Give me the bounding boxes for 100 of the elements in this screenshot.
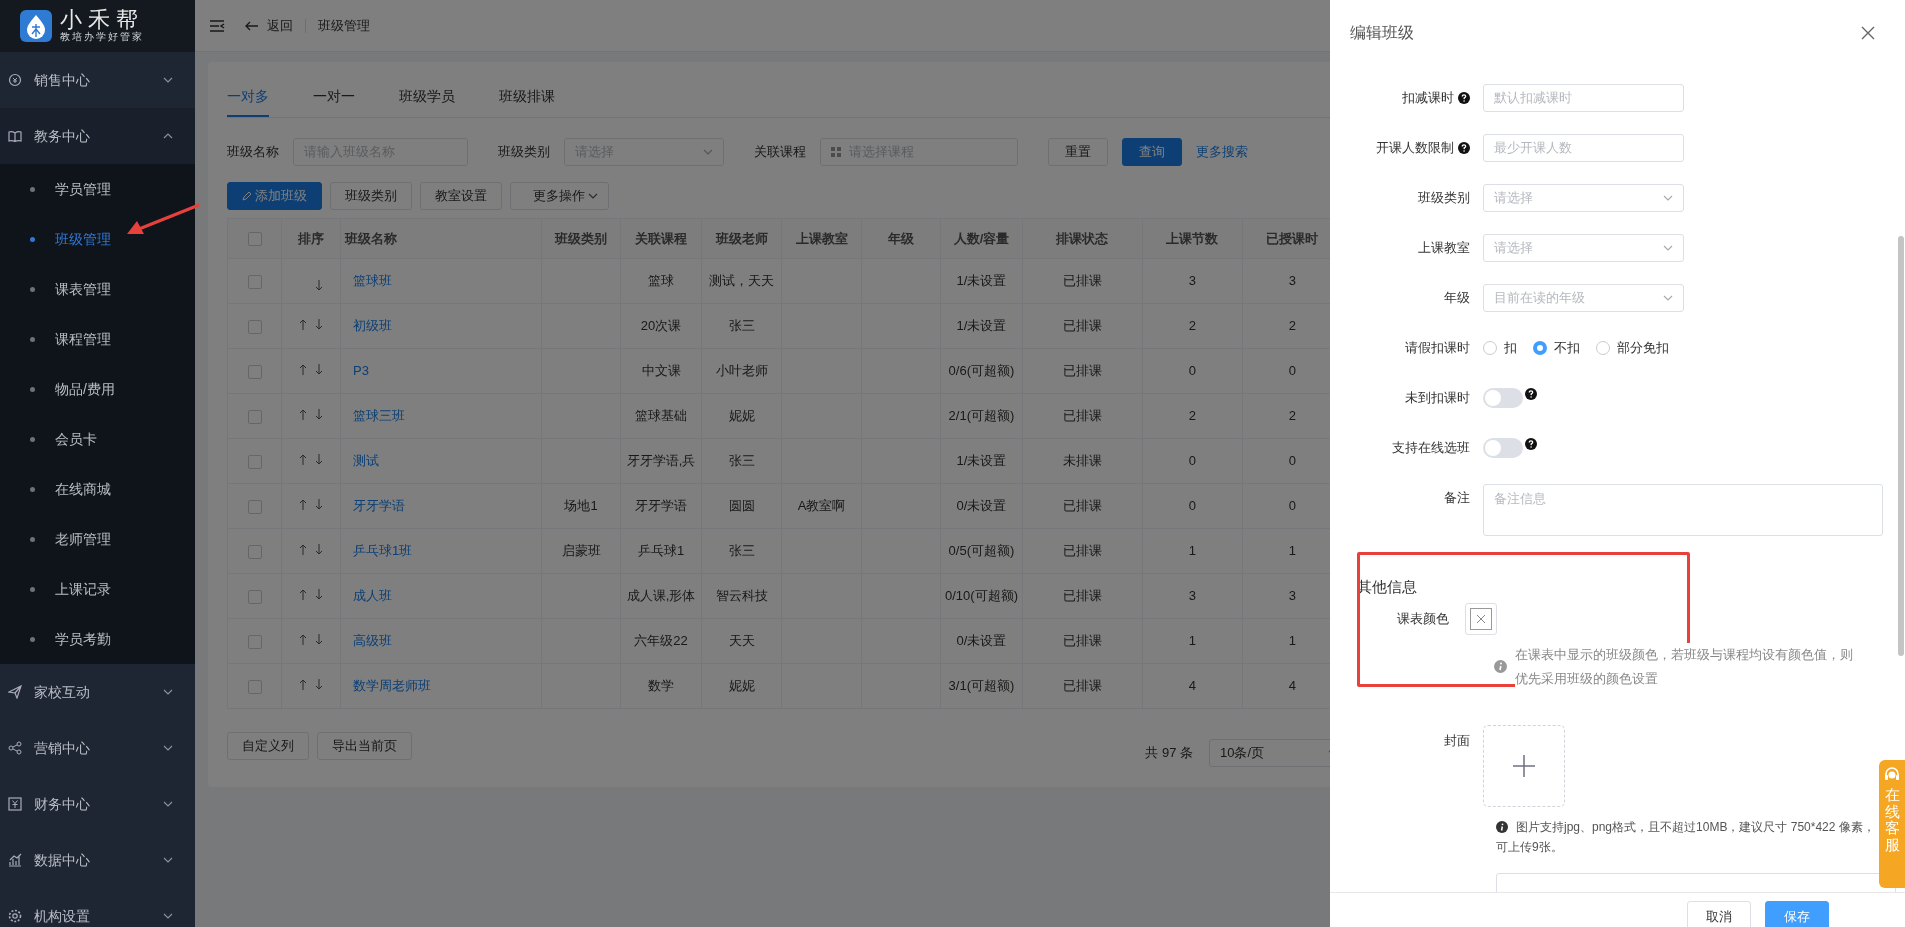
table-cell: 启蒙班 <box>561 543 601 559</box>
arrow-down-icon[interactable] <box>315 319 323 331</box>
checkbox[interactable] <box>247 454 262 469</box>
action-button[interactable]: 教室设置 <box>420 182 502 210</box>
checkbox[interactable] <box>247 679 262 694</box>
checkbox[interactable] <box>247 634 262 649</box>
table-cell: 已排课 <box>1062 318 1102 334</box>
sidebar-group[interactable]: 财务中心 <box>0 776 195 832</box>
sidebar-item[interactable]: 物品/费用 <box>0 364 195 414</box>
footer-button[interactable]: 自定义列 <box>227 732 309 760</box>
radio-option[interactable]: 部分免扣 <box>1596 338 1669 358</box>
sidebar-group[interactable]: 教务中心 <box>0 108 195 164</box>
table-cell: 0 <box>1188 498 1197 514</box>
arrow-down-icon[interactable] <box>315 544 323 556</box>
class-name-link[interactable]: P3 <box>353 363 369 379</box>
sidebar-item[interactable]: 学员管理 <box>0 164 195 214</box>
sidebar-item[interactable]: 学员考勤 <box>0 614 195 664</box>
class-name-link[interactable]: 高级班 <box>353 633 392 649</box>
table-cell: 已排课 <box>1062 363 1102 379</box>
arrow-down-icon[interactable] <box>315 679 323 691</box>
tab[interactable]: 一对多 <box>227 80 269 117</box>
checkbox[interactable] <box>247 409 262 424</box>
arrow-down-icon[interactable] <box>315 634 323 646</box>
logo-icon <box>20 10 52 42</box>
arrow-up-icon[interactable] <box>299 589 307 601</box>
arrow-up-icon[interactable] <box>299 364 307 376</box>
sidebar-item[interactable]: 在线商城 <box>0 464 195 514</box>
tab[interactable]: 班级排课 <box>499 80 555 117</box>
table-cell: 张三 <box>728 318 755 334</box>
radio-option[interactable]: 不扣 <box>1533 338 1580 358</box>
table-cell: 数学 <box>648 678 674 694</box>
sidebar-item[interactable]: 上课记录 <box>0 564 195 614</box>
reset-button[interactable]: 重置 <box>1048 138 1108 166</box>
arrow-down-icon[interactable] <box>315 409 323 421</box>
sidebar-item[interactable]: 老师管理 <box>0 514 195 564</box>
class-name-link[interactable]: 牙牙学语 <box>353 498 405 514</box>
arrow-down-icon[interactable] <box>315 454 323 466</box>
class-name-link[interactable]: 数学周老师班 <box>353 678 431 694</box>
close-icon[interactable] <box>1861 26 1875 40</box>
sidebar-item[interactable]: 班级管理 <box>0 214 195 264</box>
checkbox[interactable] <box>247 232 262 247</box>
column-header: 排课状态 <box>1022 218 1143 259</box>
save-button[interactable]: 保存 <box>1765 901 1829 927</box>
action-button[interactable]: 班级类别 <box>330 182 412 210</box>
arrow-up-icon[interactable] <box>299 499 307 511</box>
sidebar-group[interactable]: 数据中心 <box>0 832 195 888</box>
table-cell: 圆圆 <box>728 498 755 514</box>
checkbox[interactable] <box>247 589 262 604</box>
cancel-button[interactable]: 取消 <box>1687 901 1751 927</box>
tab[interactable]: 一对一 <box>313 80 355 117</box>
arrow-down-icon[interactable] <box>315 279 323 291</box>
class-name-link[interactable]: 篮球三班 <box>353 408 405 424</box>
sidebar-item[interactable]: 课程管理 <box>0 314 195 364</box>
menu-icon[interactable] <box>209 18 225 33</box>
checkbox[interactable] <box>247 544 262 559</box>
class-name-link[interactable]: 篮球班 <box>353 273 392 289</box>
arrow-down-icon[interactable] <box>315 364 323 376</box>
yen-icon <box>8 797 22 811</box>
sidebar-group[interactable]: 家校互动 <box>0 664 195 720</box>
sidebar-group[interactable]: 机构设置 <box>0 888 195 927</box>
footer-button[interactable]: 导出当前页 <box>317 732 412 760</box>
chevron-down-icon <box>163 745 173 751</box>
sidebar-group[interactable]: 营销中心 <box>0 720 195 776</box>
chevron-down-icon <box>163 689 173 695</box>
chevron-down-icon <box>1663 295 1673 301</box>
column-header: 班级类别 <box>541 218 621 259</box>
arrow-up-icon[interactable] <box>299 679 307 691</box>
checkbox[interactable] <box>247 499 262 514</box>
arrow-down-icon[interactable] <box>315 589 323 601</box>
arrow-up-icon[interactable] <box>299 544 307 556</box>
arrow-up-icon[interactable] <box>299 454 307 466</box>
arrow-up-icon[interactable] <box>299 634 307 646</box>
toggle-switch[interactable] <box>1483 438 1523 458</box>
radio-option[interactable]: 扣 <box>1483 338 1517 358</box>
checkbox[interactable] <box>247 364 262 379</box>
class-name-link[interactable]: 测试 <box>353 453 379 469</box>
class-name-link[interactable]: 初级班 <box>353 318 392 334</box>
sidebar-item[interactable]: 会员卡 <box>0 414 195 464</box>
arrow-up-icon[interactable] <box>299 319 307 331</box>
back-link[interactable]: 返回 <box>245 15 293 36</box>
class-name-link[interactable]: 乒乓球1班 <box>353 543 413 559</box>
action-button[interactable]: 添加班级 <box>227 182 322 210</box>
action-button[interactable]: 更多操作 <box>510 182 609 210</box>
table-cell: 3 <box>1288 588 1297 604</box>
field-label: 扣减课时 <box>1402 89 1454 108</box>
sidebar-group[interactable]: 销售中心 <box>0 52 195 108</box>
arrow-down-icon[interactable] <box>315 499 323 511</box>
table-cell: A教室啊 <box>797 498 846 514</box>
color-picker[interactable] <box>1465 602 1497 635</box>
sidebar-item[interactable]: 课表管理 <box>0 264 195 314</box>
tab[interactable]: 班级学员 <box>399 80 455 117</box>
field-label: 未到扣课时 <box>1405 389 1470 408</box>
table-cell: 0/6(可超额) <box>948 363 1015 379</box>
arrow-up-icon[interactable] <box>299 409 307 421</box>
search-button[interactable]: 查询 <box>1122 138 1182 166</box>
class-name-link[interactable]: 成人班 <box>353 588 392 604</box>
checkbox[interactable] <box>247 319 262 334</box>
checkbox[interactable] <box>247 274 262 289</box>
toggle-switch[interactable] <box>1483 388 1523 408</box>
more-search-link[interactable]: 更多搜索 <box>1196 138 1248 166</box>
